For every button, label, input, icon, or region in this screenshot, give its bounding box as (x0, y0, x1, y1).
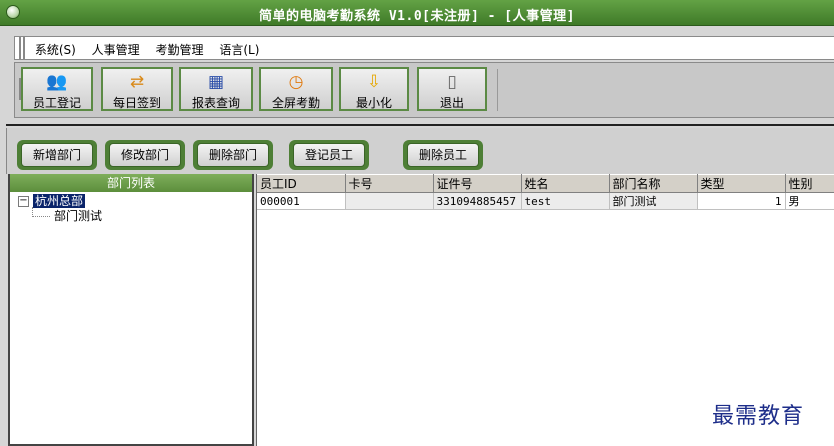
report-icon: ▦ (207, 72, 225, 92)
title-bar[interactable]: 简单的电脑考勤系统 V1.0[未注册] - [人事管理] (0, 0, 834, 26)
daily-signin-button[interactable]: ⇄ 每日签到 (101, 67, 173, 111)
toolbar: 👥 员工登记 ⇄ 每日签到 ▦ 报表查询 ◷ 全屏考勤 ⇩ 最小化 ▯ 退出 (14, 62, 834, 118)
divider (6, 124, 834, 126)
table-header-row: 员工ID 卡号 证件号 姓名 部门名称 类型 性别 (257, 174, 834, 193)
cell-name[interactable]: test (521, 192, 610, 210)
menu-bar: 系统(S) 人事管理 考勤管理 语言(L) (14, 36, 834, 60)
column-header-id-number[interactable]: 证件号 (433, 174, 522, 193)
clock-icon: ◷ (288, 72, 304, 92)
employee-table: 员工ID 卡号 证件号 姓名 部门名称 类型 性别 000001 3310948… (257, 174, 834, 210)
edit-department-button[interactable]: 修改部门 (105, 140, 185, 170)
department-panel-header: 部门列表 (10, 174, 252, 192)
add-department-button[interactable]: 新增部门 (17, 140, 97, 170)
register-employee-button[interactable]: 登记员工 (289, 140, 369, 170)
collapse-icon[interactable]: − (18, 196, 29, 207)
cell-card-number[interactable] (345, 192, 434, 210)
table-row[interactable]: 000001 331094885457 test 部门测试 1 男 (257, 192, 834, 210)
tree-node-child[interactable]: 部门测试 (18, 207, 252, 224)
toolbar-separator (497, 69, 498, 111)
minimize-arrow-icon: ⇩ (366, 72, 382, 92)
people-icon: 👥 (46, 72, 68, 92)
exit-button[interactable]: ▯ 退出 (417, 67, 487, 111)
exit-door-icon: ▯ (447, 72, 457, 92)
column-header-gender[interactable]: 性别 (785, 174, 834, 193)
department-tree: − 杭州总部 部门测试 (10, 192, 252, 224)
report-query-button[interactable]: ▦ 报表查询 (179, 67, 253, 111)
employee-register-button[interactable]: 👥 员工登记 (21, 67, 93, 111)
cell-employee-id[interactable]: 000001 (257, 192, 346, 210)
delete-department-button[interactable]: 删除部门 (193, 140, 273, 170)
tree-node-child-label[interactable]: 部门测试 (54, 209, 102, 223)
menu-language[interactable]: 语言(L) (211, 37, 263, 58)
column-header-type[interactable]: 类型 (697, 174, 786, 193)
cell-department[interactable]: 部门测试 (609, 192, 698, 210)
tree-node-root[interactable]: − 杭州总部 (18, 194, 252, 209)
menu-system[interactable]: 系统(S) (27, 37, 80, 58)
column-header-department[interactable]: 部门名称 (609, 174, 698, 193)
column-header-employee-id[interactable]: 员工ID (257, 174, 346, 193)
signin-icon: ⇄ (129, 72, 145, 92)
watermark-text: 最需教育 (712, 404, 805, 429)
cell-id-number[interactable]: 331094885457 (433, 192, 522, 210)
department-panel: 部门列表 − 杭州总部 部门测试 (8, 174, 254, 446)
cell-type[interactable]: 1 (697, 192, 786, 210)
menu-grip[interactable] (19, 37, 25, 59)
action-bar: 新增部门 修改部门 删除部门 登记员工 删除员工 (6, 128, 834, 174)
cell-gender[interactable]: 男 (785, 192, 834, 210)
menu-attendance[interactable]: 考勤管理 (147, 37, 207, 58)
delete-employee-button[interactable]: 删除员工 (403, 140, 483, 170)
main-frame: 系统(S) 人事管理 考勤管理 语言(L) 👥 员工登记 ⇄ 每日签到 ▦ 报表… (0, 26, 834, 446)
menu-personnel[interactable]: 人事管理 (84, 37, 144, 58)
minimize-button[interactable]: ⇩ 最小化 (339, 67, 409, 111)
tree-connector (32, 207, 50, 217)
tree-node-root-label[interactable]: 杭州总部 (33, 194, 86, 208)
column-header-card-number[interactable]: 卡号 (345, 174, 434, 193)
column-header-name[interactable]: 姓名 (521, 174, 610, 193)
window-title: 简单的电脑考勤系统 V1.0[未注册] - [人事管理] (259, 9, 575, 24)
fullscreen-attendance-button[interactable]: ◷ 全屏考勤 (259, 67, 333, 111)
